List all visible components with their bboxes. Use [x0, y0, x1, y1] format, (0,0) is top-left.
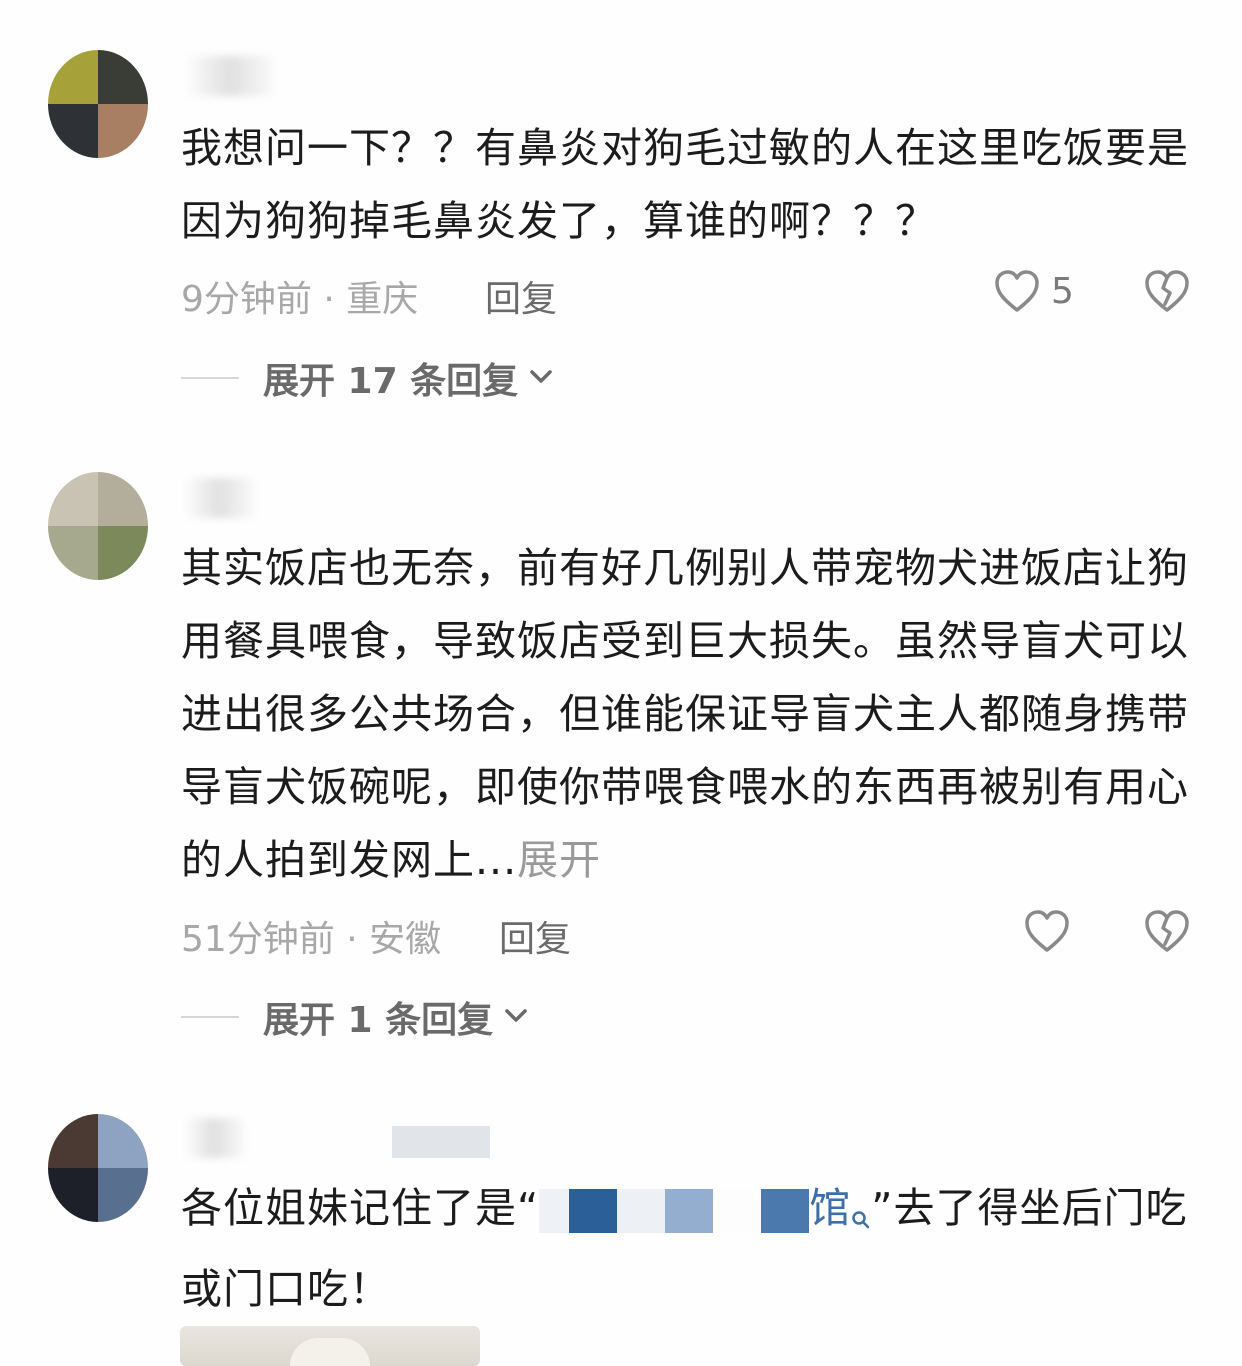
avatar[interactable]	[48, 472, 148, 580]
divider	[181, 1016, 239, 1018]
expand-replies[interactable]: 展开 17 条回复	[181, 352, 554, 404]
reply-button[interactable]: 回复	[485, 270, 557, 322]
username[interactable]	[184, 478, 254, 518]
avatar[interactable]	[48, 1114, 148, 1222]
shop-link-text: 馆	[809, 1184, 852, 1232]
comment-time: 51分钟前	[181, 919, 335, 960]
comment-text: 各位姐妹记住了是“ 馆 ”去了得坐后门吃或门口吃！	[181, 1172, 1201, 1326]
mosaic-redaction	[713, 1189, 762, 1233]
comment-text: 我想问一下？？有鼻炎对狗毛过敏的人在这里吃饭要是因为狗狗掉毛鼻炎发了，算谁的啊？…	[181, 124, 1189, 245]
comment-image[interactable]	[180, 1326, 480, 1366]
chevron-down-icon	[528, 366, 554, 390]
dislike-button[interactable]	[1143, 908, 1191, 958]
search-icon	[851, 1180, 871, 1253]
avatar[interactable]	[48, 50, 148, 158]
divider	[181, 377, 239, 379]
comment-body-start: 各位姐妹记住了是“	[181, 1184, 540, 1232]
comment-text: 其实饭店也无奈，前有好几例别人带宠物犬进饭店让狗用餐具喂食，导致饭店受到巨大损失…	[181, 532, 1201, 897]
meta-separator: ·	[346, 919, 358, 960]
broken-heart-icon	[1143, 270, 1191, 318]
comment-time: 9分钟前	[181, 279, 312, 320]
comment-meta: 9分钟前 · 重庆	[181, 270, 418, 322]
mosaic-redaction	[539, 1189, 570, 1233]
heart-outline-icon	[1023, 908, 1071, 954]
mosaic-redaction	[569, 1189, 618, 1233]
like-button[interactable]	[1023, 908, 1071, 954]
username[interactable]	[184, 1118, 244, 1158]
comment-location: 重庆	[346, 279, 419, 320]
chevron-down-icon	[503, 1005, 529, 1029]
comment-meta: 51分钟前 · 安徽	[181, 910, 441, 962]
like-button[interactable]: 5	[993, 268, 1074, 314]
mosaic-redaction	[617, 1189, 666, 1233]
expand-text-link[interactable]: 展开	[517, 836, 601, 884]
expand-replies[interactable]: 展开 1 条回复	[181, 991, 529, 1043]
comment-location: 安徽	[369, 919, 442, 960]
dislike-button[interactable]	[1143, 268, 1191, 318]
username[interactable]	[184, 56, 274, 96]
like-count: 5	[1051, 270, 1074, 312]
comment-body: 其实饭店也无奈，前有好几例别人带宠物犬进饭店让狗用餐具喂食，导致饭店受到巨大损失…	[181, 544, 1189, 884]
username-blur-block	[392, 1126, 490, 1158]
meta-separator: ·	[323, 279, 335, 320]
mosaic-redaction	[665, 1189, 714, 1233]
broken-heart-icon	[1143, 910, 1191, 958]
expand-replies-label: 展开 17 条回复	[263, 361, 519, 402]
reply-button[interactable]: 回复	[499, 910, 571, 962]
expand-replies-label: 展开 1 条回复	[263, 1000, 494, 1041]
mosaic-redaction	[761, 1189, 810, 1233]
shop-link[interactable]: 馆	[809, 1184, 871, 1232]
heart-outline-icon	[993, 268, 1041, 314]
